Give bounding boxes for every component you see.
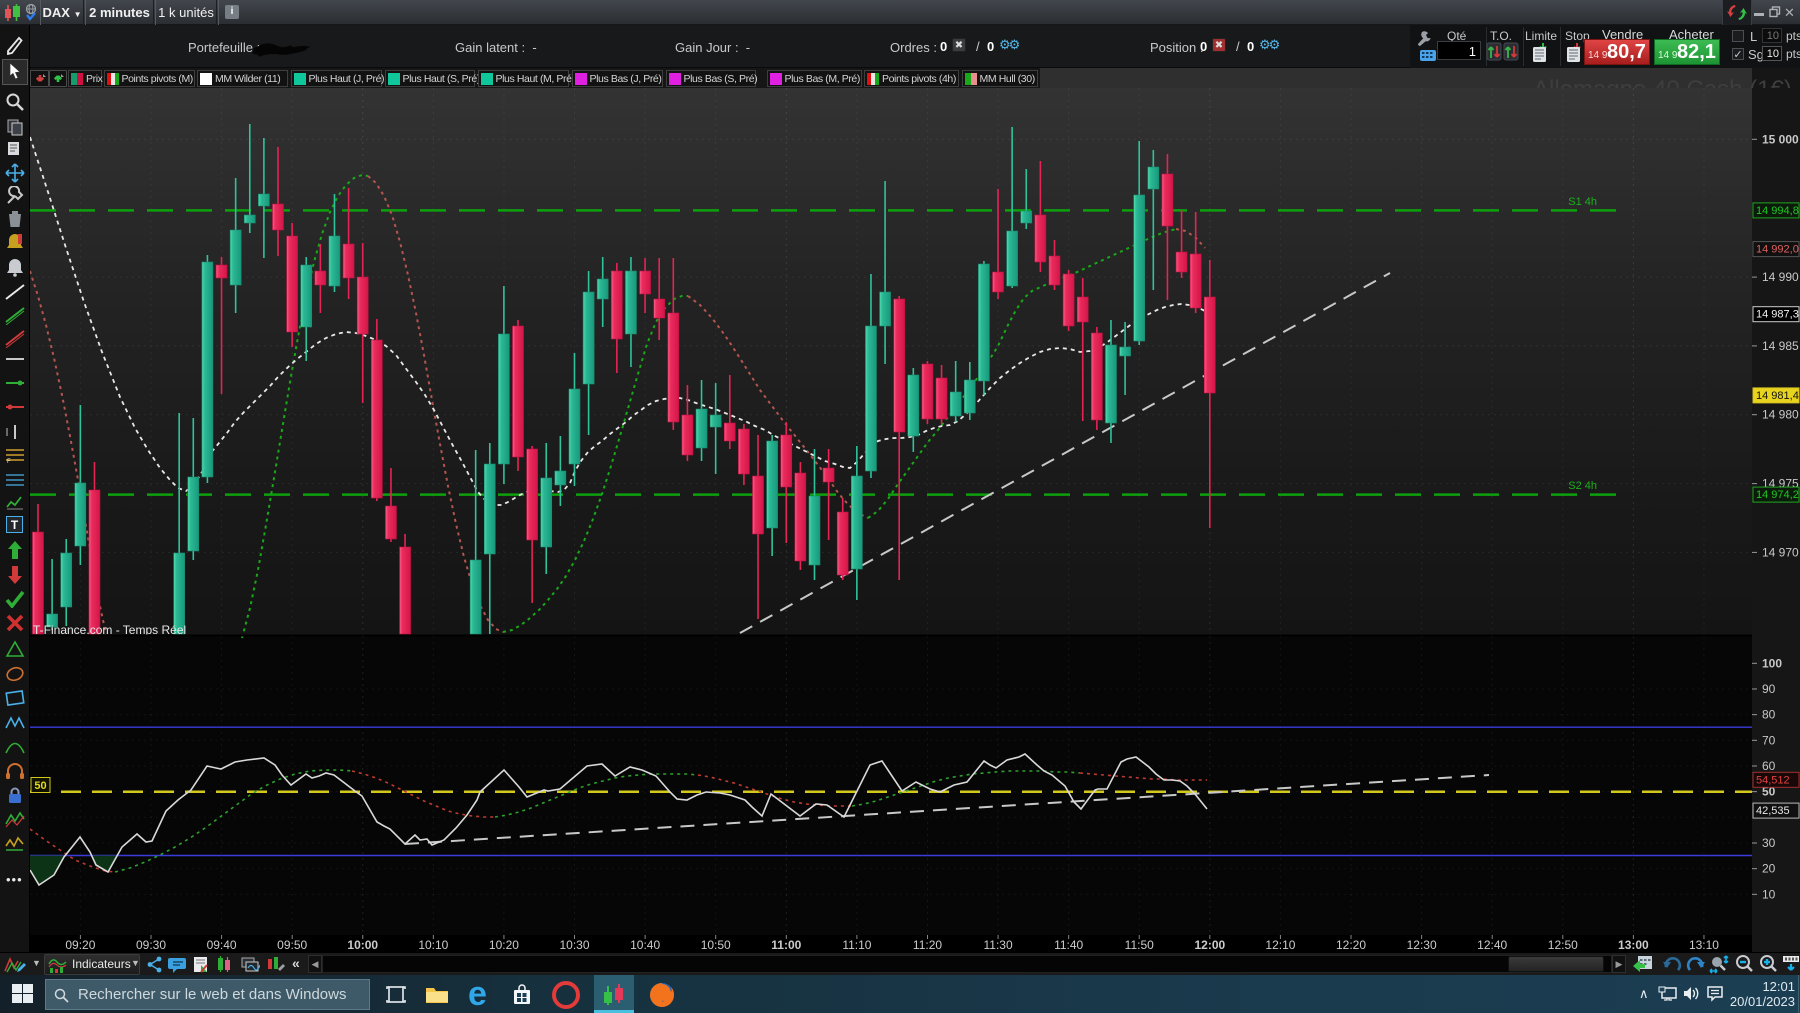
svg-text:11:10: 11:10 (842, 938, 871, 952)
svg-text:13:00: 13:00 (1618, 938, 1649, 952)
svg-text:15 000: 15 000 (1762, 132, 1799, 146)
svg-text:09:50: 09:50 (277, 938, 307, 952)
svg-text:42,535: 42,535 (1756, 805, 1790, 817)
svg-text:14 980: 14 980 (1762, 408, 1799, 422)
svg-text:54,512: 54,512 (1756, 774, 1790, 786)
svg-text:10:10: 10:10 (418, 938, 448, 952)
svg-text:10: 10 (1762, 887, 1776, 901)
svg-text:50: 50 (34, 780, 46, 792)
svg-text:09:20: 09:20 (65, 938, 95, 952)
svg-text:11:20: 11:20 (913, 938, 942, 952)
svg-text:14 994,8: 14 994,8 (1756, 205, 1799, 217)
svg-text:14 981,4: 14 981,4 (1756, 390, 1799, 402)
svg-text:12:00: 12:00 (1194, 938, 1225, 952)
svg-text:13:10: 13:10 (1689, 938, 1719, 952)
svg-text:80: 80 (1762, 708, 1776, 722)
svg-text:60: 60 (1762, 759, 1776, 773)
svg-text:10:30: 10:30 (560, 938, 590, 952)
svg-text:12:20: 12:20 (1336, 938, 1366, 952)
svg-text:S2 4h: S2 4h (1568, 480, 1597, 492)
svg-text:14 990: 14 990 (1762, 270, 1799, 284)
svg-text:10:40: 10:40 (630, 938, 660, 952)
svg-text:14 987,3: 14 987,3 (1756, 309, 1799, 321)
svg-text:10:00: 10:00 (347, 938, 378, 952)
svg-text:12:50: 12:50 (1548, 938, 1578, 952)
svg-text:100: 100 (1762, 656, 1782, 670)
svg-text:11:30: 11:30 (983, 938, 1012, 952)
svg-text:14 992,0: 14 992,0 (1756, 244, 1799, 256)
svg-text:12:40: 12:40 (1477, 938, 1507, 952)
svg-text:10:20: 10:20 (489, 938, 519, 952)
svg-text:14 974,2: 14 974,2 (1756, 489, 1799, 501)
svg-text:70: 70 (1762, 733, 1776, 747)
svg-text:14 970: 14 970 (1762, 545, 1799, 559)
svg-text:09:40: 09:40 (207, 938, 237, 952)
svg-text:09:30: 09:30 (136, 938, 166, 952)
svg-text:14 985: 14 985 (1762, 339, 1799, 353)
svg-text:20: 20 (1762, 862, 1776, 876)
svg-text:11:50: 11:50 (1125, 938, 1154, 952)
svg-text:S1 4h: S1 4h (1568, 196, 1597, 208)
svg-text:10:50: 10:50 (701, 938, 731, 952)
svg-text:12:10: 12:10 (1265, 938, 1295, 952)
svg-text:11:40: 11:40 (1054, 938, 1083, 952)
svg-text:90: 90 (1762, 682, 1776, 696)
svg-text:11:00: 11:00 (771, 938, 801, 952)
svg-text:F: F (7, 459, 11, 464)
svg-text:30: 30 (1762, 836, 1776, 850)
svg-text:12:30: 12:30 (1407, 938, 1437, 952)
